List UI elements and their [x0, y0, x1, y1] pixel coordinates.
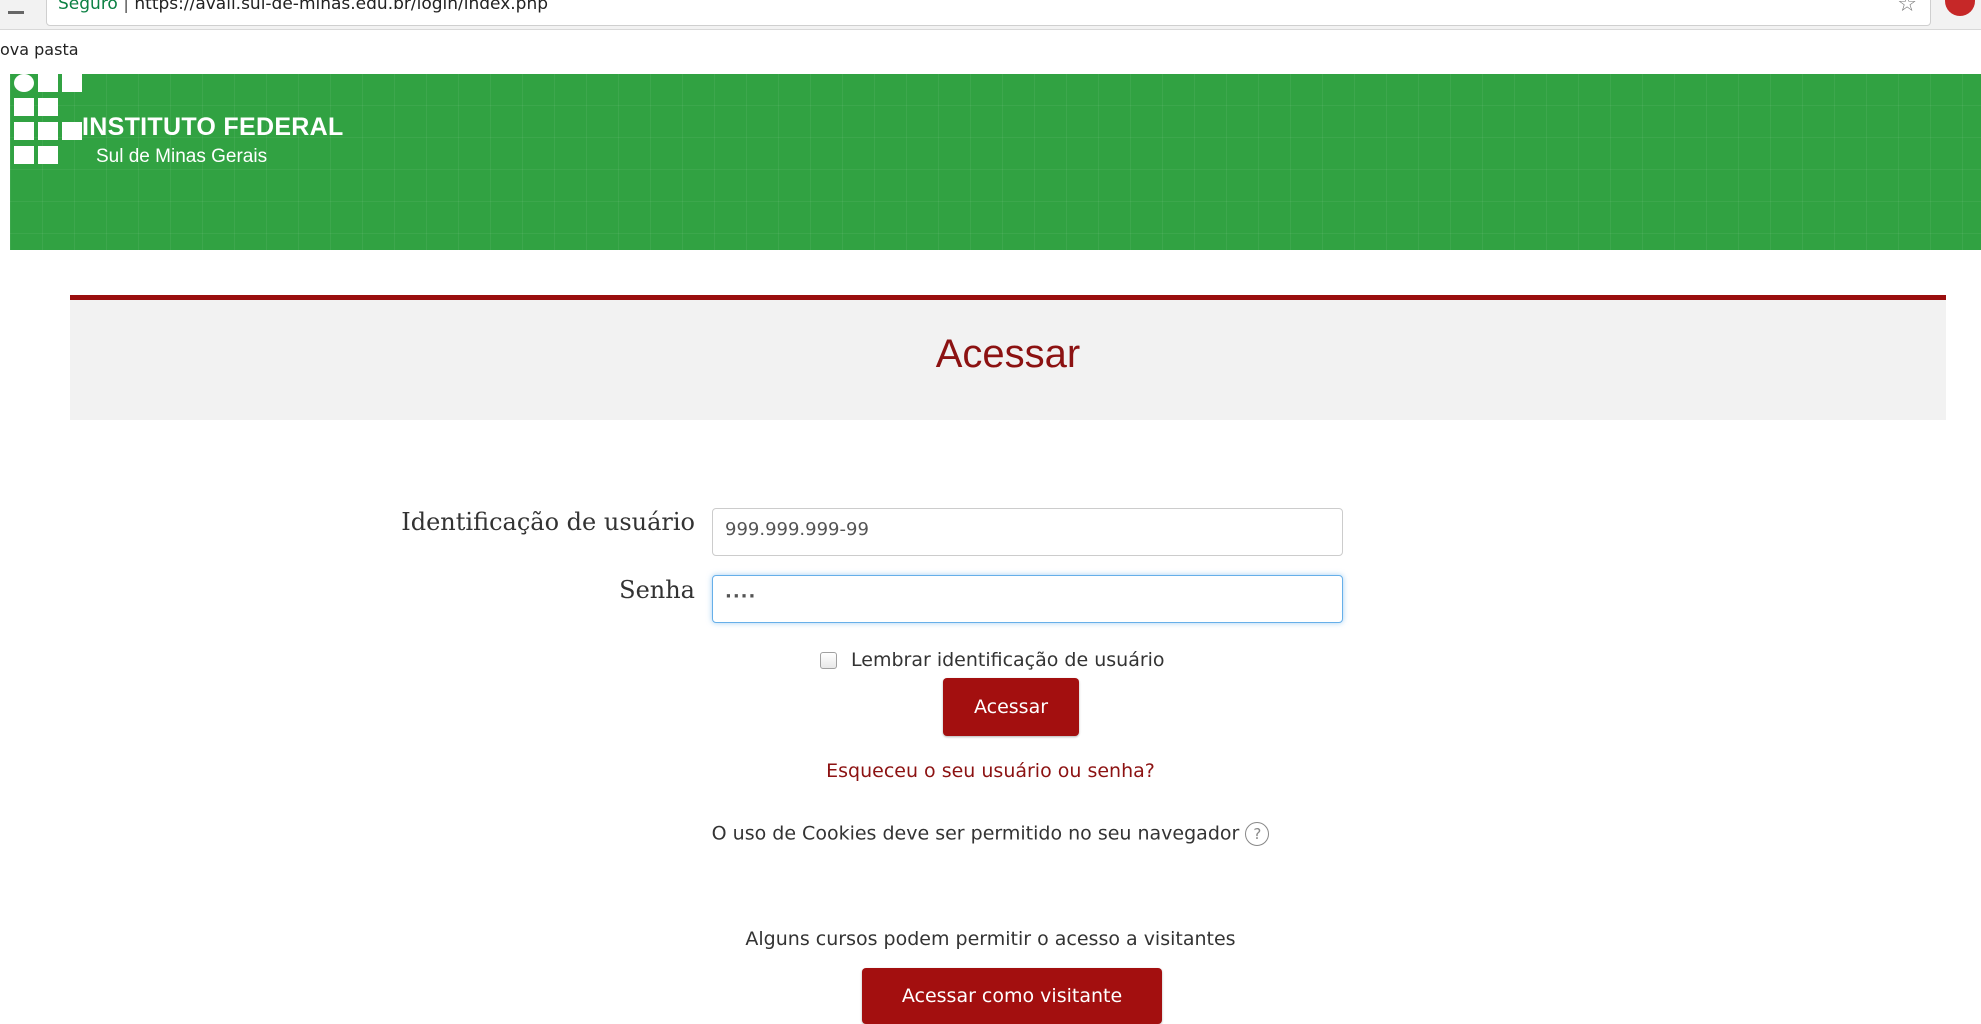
url-value: https://avali.sul-de-minas.edu.br/login/…: [134, 0, 549, 14]
bookmarks-bar: ova pasta: [0, 30, 1981, 74]
page-title: Acessar: [935, 332, 1081, 376]
bookmark-star-icon[interactable]: ☆: [1897, 0, 1917, 17]
login-heading-panel: Acessar: [70, 295, 1946, 420]
remember-username-label: Lembrar identificação de usuário: [851, 649, 1165, 671]
remember-username-checkbox[interactable]: [820, 651, 837, 669]
cookies-notice: O uso de Cookies deve ser permitido no s…: [0, 822, 1981, 846]
forgot-password-link[interactable]: Esqueceu o seu usuário ou senha?: [0, 760, 1981, 782]
remember-username-row[interactable]: Lembrar identificação de usuário: [820, 645, 1165, 675]
header-banner: [10, 74, 1981, 250]
guest-notice: Alguns cursos podem permitir o acesso a …: [745, 928, 1236, 950]
username-field[interactable]: 999.999.999-99: [712, 508, 1343, 556]
password-field[interactable]: ····: [712, 575, 1343, 623]
password-label: Senha: [619, 576, 695, 604]
login-button[interactable]: Acessar: [943, 678, 1079, 736]
brand-title: INSTITUTO FEDERAL: [82, 113, 344, 141]
help-icon[interactable]: ?: [1245, 822, 1270, 846]
url-text: Seguro | https://avali.sul-de-minas.edu.…: [58, 0, 548, 14]
cookies-notice-text: O uso de Cookies deve ser permitido no s…: [711, 822, 1240, 845]
extension-icon[interactable]: [1945, 0, 1975, 16]
browser-address-bar: Seguro | https://avali.sul-de-minas.edu.…: [0, 0, 1981, 30]
secure-label: Seguro: [58, 0, 118, 14]
brand-subtitle: Sul de Minas Gerais: [96, 146, 268, 167]
menu-icon[interactable]: [8, 4, 24, 14]
username-label: Identificação de usuário: [401, 508, 695, 536]
guest-login-button[interactable]: Acessar como visitante: [862, 968, 1162, 1024]
bookmark-folder[interactable]: ova pasta: [0, 40, 79, 59]
